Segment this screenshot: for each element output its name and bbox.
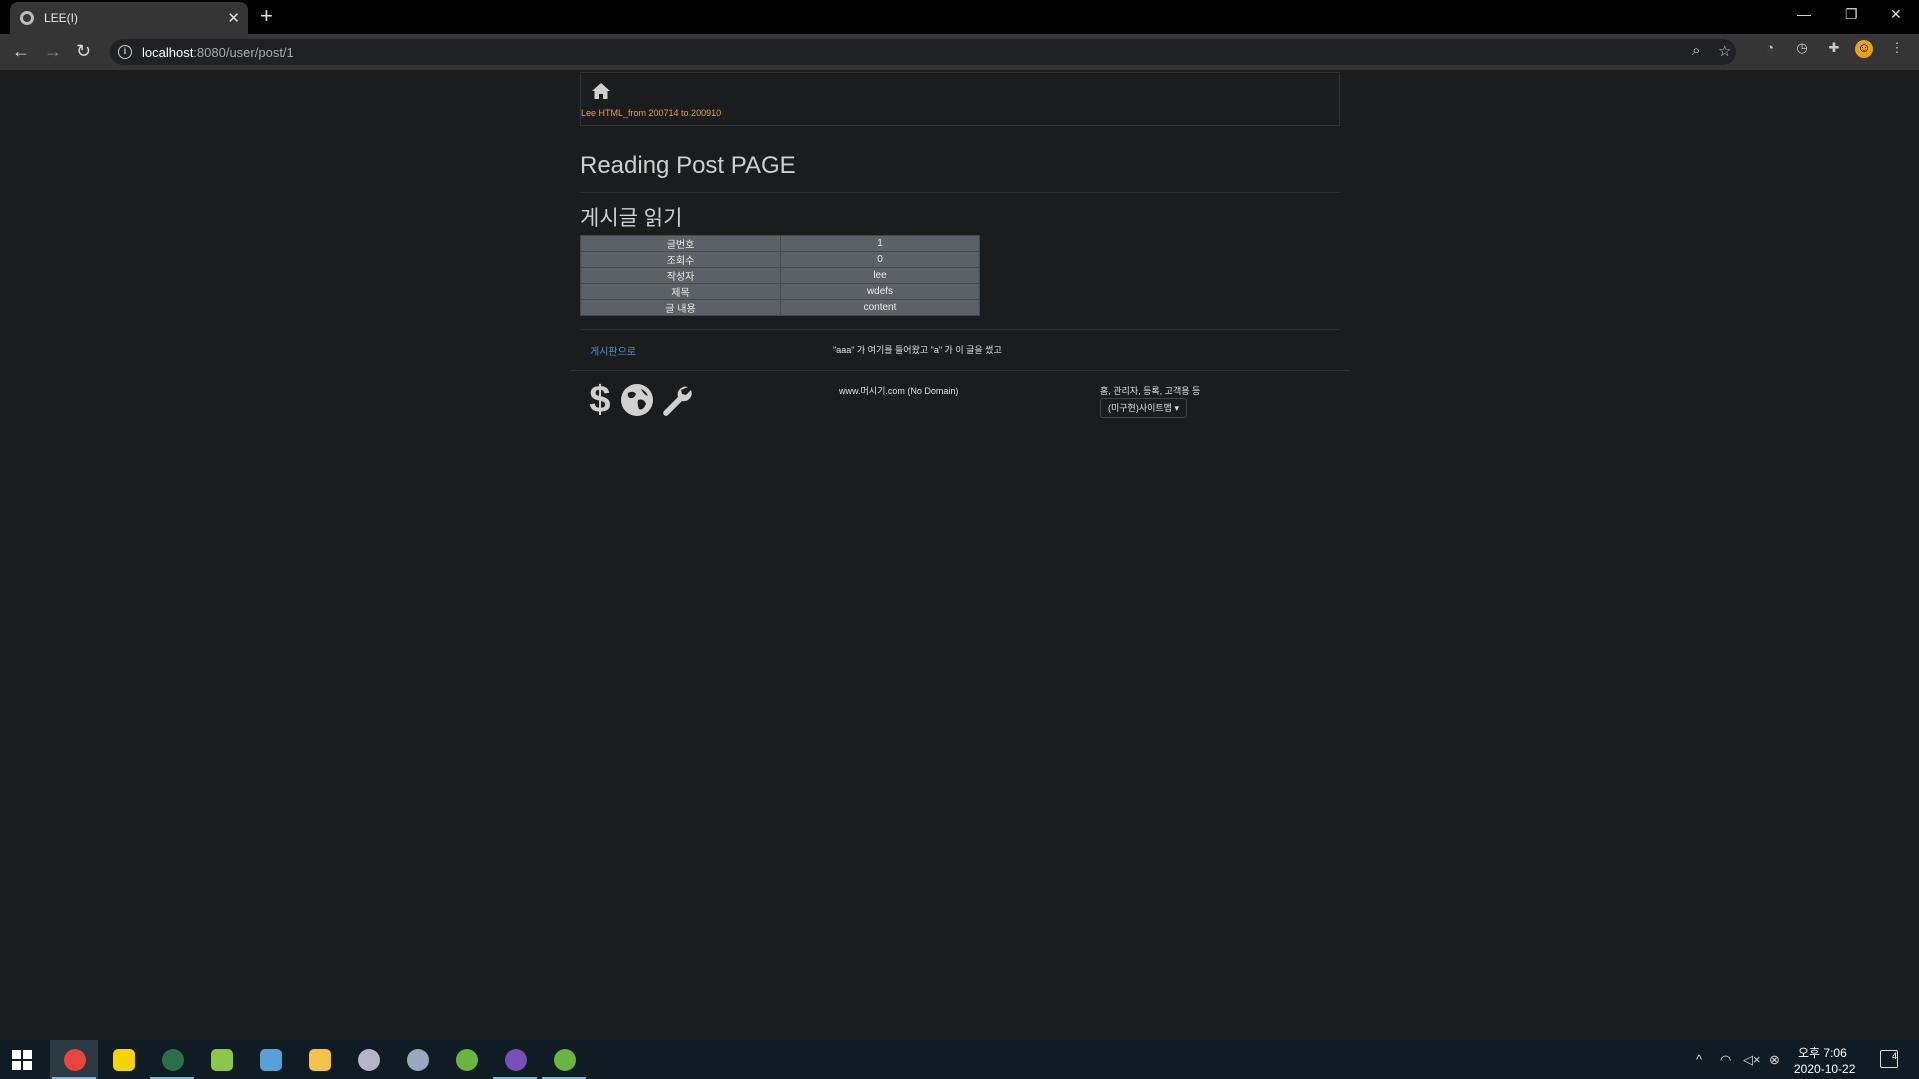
globe-icon — [20, 11, 34, 25]
taskbar-notepad[interactable] — [197, 1040, 245, 1079]
paint-icon — [407, 1049, 429, 1071]
taskbar-hwp[interactable] — [148, 1040, 196, 1079]
tab-title: LEE(I) — [44, 11, 79, 25]
page-content: Lee HTML_from 200714 to 200910 Reading P… — [0, 70, 1919, 1040]
table-row: 조회수 0 — [580, 251, 980, 268]
reload-icon[interactable]: ↻ — [76, 41, 91, 62]
row-value: 0 — [780, 251, 980, 268]
chevron-up-icon[interactable]: ^ — [1696, 1052, 1702, 1067]
hwp-icon — [162, 1049, 184, 1071]
header-subtitle: Lee HTML_from 200714 to 200910 — [581, 108, 722, 118]
volume-muted-icon[interactable]: ◁× — [1743, 1052, 1761, 1068]
forward-icon[interactable]: → — [44, 41, 62, 62]
row-value: 1 — [780, 235, 980, 252]
network-icon[interactable]: ◠ — [1720, 1052, 1731, 1068]
globe-icon[interactable] — [619, 382, 655, 418]
info-icon[interactable]: i — [118, 45, 132, 59]
site-header: Lee HTML_from 200714 to 200910 — [580, 72, 1340, 126]
divider — [570, 370, 1350, 371]
page-title: Reading Post PAGE — [580, 152, 796, 179]
row-value: lee — [780, 267, 980, 284]
visitor-note: "aaa" 가 여기를 들어왔고 "a" 가 이 글을 썼고 — [833, 345, 1002, 355]
new-tab-button[interactable]: + — [260, 3, 273, 29]
back-to-board-link[interactable]: 게시판으로 — [590, 343, 636, 358]
footer-domain: www.머시기.com (No Domain) — [839, 386, 959, 396]
spring-icon — [554, 1049, 576, 1071]
taskbar-kakaotalk[interactable] — [99, 1040, 147, 1079]
extension-clock-icon[interactable]: ◷ — [1793, 40, 1811, 58]
row-label: 글 내용 — [580, 299, 781, 316]
clock-time[interactable]: 오후 7:06 — [1798, 1044, 1847, 1061]
notification-icon[interactable]: 4 — [1880, 1050, 1898, 1068]
row-value: wdefs — [780, 283, 980, 300]
dollar-icon[interactable]: $ — [583, 381, 617, 419]
taskbar-file-explorer[interactable] — [295, 1040, 343, 1079]
restore-icon[interactable]: ❐ — [1845, 6, 1858, 23]
back-icon[interactable]: ← — [12, 41, 30, 62]
taskbar-spring-tool[interactable] — [442, 1040, 490, 1079]
table-row: 글 내용 content — [580, 299, 980, 316]
wrench-icon[interactable] — [658, 382, 694, 418]
table-row: 글번호 1 — [580, 235, 980, 252]
extension-glasses-icon[interactable]: ◔ — [1761, 40, 1779, 58]
divider — [580, 192, 1340, 193]
row-label: 제목 — [580, 283, 781, 300]
minimize-icon[interactable]: — — [1797, 6, 1811, 22]
spring-icon — [456, 1049, 478, 1071]
browser-tab[interactable]: LEE(I) ✕ — [10, 2, 248, 34]
notepad-icon — [211, 1049, 233, 1071]
windows-start-icon[interactable] — [12, 1050, 32, 1070]
url-text[interactable]: localhost:8080/user/post/1 — [142, 45, 294, 60]
taskbar-chrome[interactable] — [50, 1040, 98, 1079]
taskbar-spring-tool-2[interactable] — [540, 1040, 588, 1079]
table-row: 작성자 lee — [580, 267, 980, 284]
taskbar-purple-app[interactable] — [491, 1040, 539, 1079]
address-bar[interactable]: i localhost:8080/user/post/1 ⌕ ☆ — [110, 39, 1736, 65]
table-row: 제목 wdefs — [580, 283, 980, 300]
taskbar-paint[interactable] — [393, 1040, 441, 1079]
divider — [580, 329, 1340, 330]
cloud-icon — [358, 1049, 380, 1071]
taskbar-cloud-app[interactable] — [344, 1040, 392, 1079]
row-value: content — [780, 299, 980, 316]
profile-avatar[interactable]: ☺ — [1855, 40, 1873, 58]
puzzle-icon[interactable]: ✚ — [1825, 40, 1843, 58]
menu-kebab-icon[interactable]: ⋮ — [1888, 40, 1906, 58]
taskbar-book[interactable] — [246, 1040, 294, 1079]
book-icon — [260, 1049, 282, 1071]
row-label: 글번호 — [580, 235, 781, 252]
chrome-icon — [64, 1049, 86, 1071]
status-icon[interactable]: ⊗ — [1769, 1052, 1780, 1068]
sitemap-dropdown-button[interactable]: (미구현)사이트맵 ▾ — [1100, 398, 1187, 418]
footer-links: 홈, 관리자, 등록, 고객용 등 — [1100, 386, 1201, 396]
kakaotalk-icon — [113, 1049, 135, 1071]
footer-icons: $ — [583, 381, 694, 419]
windows-taskbar: ^ ◠ ◁× ⊗ 오후 7:06 2020-10-22 4 — [0, 1040, 1919, 1079]
folder-icon — [309, 1049, 331, 1071]
clock-date[interactable]: 2020-10-22 — [1794, 1062, 1855, 1076]
post-table: 글번호 1 조회수 0 작성자 lee 제목 wdefs 글 내용 conten… — [580, 235, 980, 316]
browser-title-bar: LEE(I) ✕ + — ❐ ✕ — [0, 0, 1919, 34]
home-icon[interactable] — [591, 81, 611, 101]
browser-toolbar: ← → ↻ i localhost:8080/user/post/1 ⌕ ☆ — [0, 34, 1919, 70]
close-window-icon[interactable]: ✕ — [1890, 6, 1902, 23]
bookmark-star-icon[interactable]: ☆ — [1718, 42, 1731, 60]
row-label: 작성자 — [580, 267, 781, 284]
row-label: 조회수 — [580, 251, 781, 268]
purple-app-icon — [505, 1049, 527, 1071]
section-title: 게시글 읽기 — [580, 207, 683, 230]
close-tab-icon[interactable]: ✕ — [227, 9, 240, 27]
zoom-icon[interactable]: ⌕ — [1692, 42, 1700, 59]
